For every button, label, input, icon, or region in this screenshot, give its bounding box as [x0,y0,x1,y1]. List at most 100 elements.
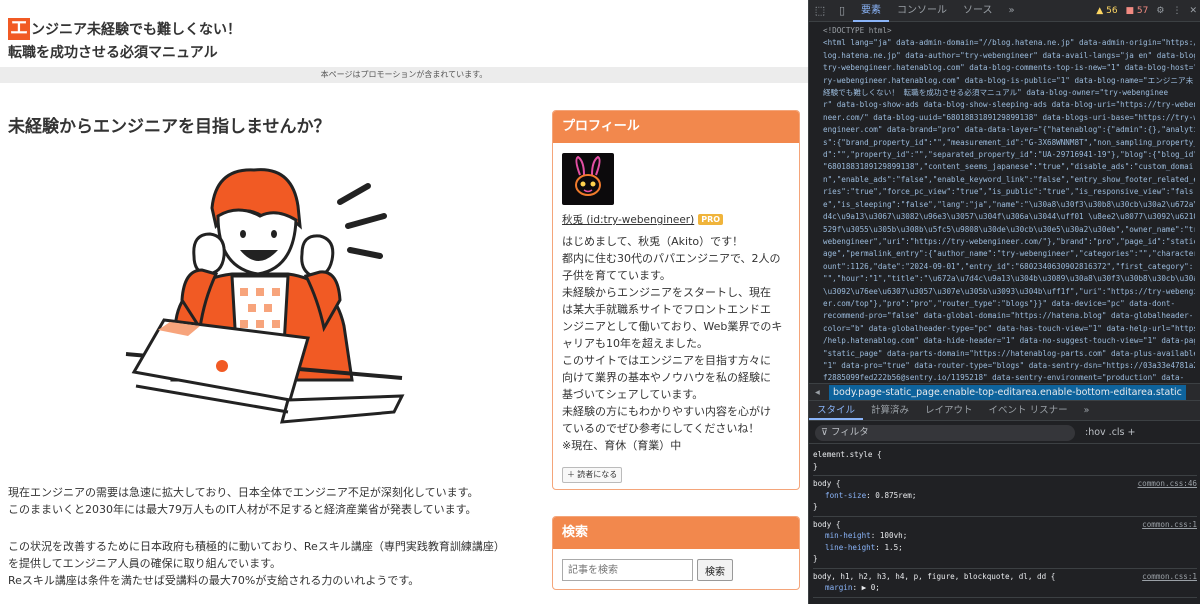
blog-title-row[interactable]: エ ンジニア未経験でも難しくない！ [8,18,241,40]
profile-line: 未経験からエンジニアをスタートし、現在 [562,286,771,299]
css-property-name: font-size [825,490,867,500]
breadcrumb-left-icon[interactable]: ◂ [815,384,820,401]
search-input[interactable] [562,559,693,581]
error-count[interactable]: ■ 57 [1126,6,1149,16]
inspect-element-icon[interactable]: ⬚ [809,4,831,17]
tab-elements[interactable]: 要素 [853,0,889,22]
dom-tree-line[interactable]: \u3092\u76ee\u6307\u3057\u307e\u305b\u30… [823,286,1195,298]
dom-tree-line[interactable]: ries":"true","force_pc_view":"true","is_… [823,186,1195,198]
css-rule[interactable]: body {common.css:46 font-size: 0.875rem;} [813,476,1197,517]
subscribe-button[interactable]: ＋ 読者になる [562,467,623,483]
dom-tree-line[interactable]: neer.com/" data-blog-uuid="6801883189129… [823,112,1195,124]
dom-tree-line[interactable]: er.com/top"},"pro":"pro","router_type":"… [823,298,1195,310]
dom-tree-line[interactable]: age","permalink_entry":{"author_name":"t… [823,248,1195,260]
tab-event-listeners[interactable]: イベント リスナー [981,401,1076,420]
dom-tree-line[interactable]: engineer.com" data-brand="pro" data-data… [823,124,1195,136]
dom-tree[interactable]: <!DOCTYPE html> <html lang="ja" data-admi… [809,23,1200,383]
css-property-name: min-height [825,531,871,540]
dom-tree-line[interactable]: ry-webengineer.hatenablog.com" data-blog… [823,75,1195,87]
css-source-link[interactable]: common.css:46 [1138,478,1197,490]
intro-paragraph-1: 現在エンジニアの需要は急速に拡大しており、日本全体でエンジニア不足が深刻化してい… [8,484,478,518]
dom-tree-line[interactable]: webengineer","uri":"https://try-webengin… [823,236,1195,248]
promotion-notice: 本ページはプロモーションが含まれています。 [0,67,808,83]
devtools-status: ▲ 56 ■ 57 ⚙ ⋮ ✕ [1096,0,1197,22]
page-title: 未経験からエンジニアを目指しませんか？ [8,117,331,137]
tab-sources[interactable]: ソース [955,0,1001,22]
dom-tree-line[interactable]: ount":1126,"date":"2024-09-01","entry_id… [823,261,1195,273]
devtools-panel: ⬚ ▯ 要素 コンソール ソース » ▲ 56 ■ 57 ⚙ ⋮ ✕ <!DOC… [808,0,1200,604]
dom-tree-line[interactable]: f2885099fed222b56@sentry.io/1195218" dat… [823,372,1195,383]
dom-tree-line[interactable]: try-webengineer.hatenablog.com" data-blo… [823,62,1195,74]
dom-tree-line[interactable]: "static_page" data-parts-domain="https:/… [823,348,1195,360]
tab-styles[interactable]: スタイル [809,401,864,420]
dom-tree-line[interactable]: recommend-pro="false" data-global-domain… [823,310,1195,322]
dom-tree-line[interactable]: 529f\u3055\u305b\u308b\u5fc5\u9808\u30de… [823,224,1195,236]
dom-tree-line[interactable]: /help.hatenablog.com" data-hide-header="… [823,335,1195,347]
tab-layout[interactable]: レイアウト [917,401,981,420]
filter-tools[interactable]: :hov .cls + [1085,427,1136,438]
close-icon[interactable]: ✕ [1189,6,1197,16]
dom-tree-line[interactable]: e","is_sleeping":"false","lang":"ja","na… [823,199,1195,211]
breadcrumb: ◂ body.page-static_page.enable-top-edita… [809,383,1200,401]
paragraph-line: Reスキル講座は条件を満たせば受講料の最大70%が支給される力のいれようです。 [8,574,420,587]
profile-avatar[interactable] [562,153,614,205]
blog-title-line2[interactable]: 転職を成功させる必須マニュアル [8,42,218,62]
devtools-tabbar: ⬚ ▯ 要素 コンソール ソース » ▲ 56 ■ 57 ⚙ ⋮ ✕ [809,0,1200,22]
css-property-value: : 1.5; [875,542,903,552]
dom-tree-line[interactable]: <!DOCTYPE html> [823,25,1195,37]
css-property[interactable]: margin: ▶ 0; [813,582,1197,594]
search-button[interactable]: 検索 [697,559,733,581]
kebab-menu-icon[interactable]: ⋮ [1172,6,1181,16]
blog-title-line1[interactable]: ンジニア未経験でも難しくない！ [31,19,241,39]
dom-tree-line[interactable]: color="b" data-globalheader-type="pc" da… [823,323,1195,335]
dom-tree-line[interactable]: 経験でも難しくない！ 転職を成功させる必須マニュアル" data-blog-ow… [823,87,1195,99]
blog-logo-e: エ [8,18,30,40]
css-rule[interactable]: element.style {} [813,447,1197,476]
css-rule[interactable]: body, h1, h2, h3, h4, p, figure, blockqu… [813,569,1197,598]
styles-rules[interactable]: element.style {} body {common.css:46 font-… [809,445,1200,604]
more-tabs-icon[interactable]: » [1001,0,1023,22]
css-property[interactable]: line-height: 1.5; [813,542,1197,554]
device-toolbar-icon[interactable]: ▯ [831,4,853,17]
profile-line: 都内に住む30代のパパエンジニアで、2人の [562,252,781,265]
css-property[interactable]: font-size: 0.875rem; [813,490,1197,502]
more-subtabs-icon[interactable]: » [1076,401,1098,420]
dom-tree-line[interactable]: <html lang="ja" data-admin-domain="//blo… [823,37,1195,49]
profile-name-row: 秋兎 (id:try-webengineer) PRO [562,212,724,227]
css-property[interactable]: min-height: 100vh; [813,530,1197,542]
dom-tree-line[interactable]: n","enable_ads":"false","enable_keyword_… [823,174,1195,186]
filter-input[interactable]: ⊽ フィルタ [815,424,1075,441]
css-source-link[interactable]: common.css:1 [1142,571,1197,583]
dom-tree-line[interactable]: "1" data-pro="true" data-router-type="bl… [823,360,1195,372]
css-selector: body { [813,519,841,529]
profile-line: 基づいてシェアしています。 [562,388,704,401]
css-source-link[interactable]: common.css:1 [1142,519,1197,531]
settings-icon[interactable]: ⚙ [1156,6,1164,16]
warning-count[interactable]: ▲ 56 [1096,6,1117,16]
paragraph-line: このままいくと2030年には最大79万人ものIT人材が不足すると経済産業省が発表… [8,503,477,516]
pro-badge: PRO [698,214,724,225]
profile-line: ているのでぜひ参考にしてくださいね！ [562,422,760,435]
dom-tree-line[interactable]: d":"","property_id":"","separated_proper… [823,149,1195,161]
css-selector: body, h1, h2, h3, h4, p, figure, blockqu… [813,571,1056,581]
profile-name-link[interactable]: 秋兎 (id:try-webengineer) [562,212,694,227]
paragraph-line: この状況を改善するために日本政府も積極的に動いており、Reスキル講座（専門実践教… [8,540,505,553]
tab-computed[interactable]: 計算済み [863,401,917,420]
profile-description: はじめまして、秋兎（Akito）です！ 都内に住む30代のパパエンジニアで、2人… [562,233,794,454]
styles-tabbar: スタイル 計算済み レイアウト イベント リスナー » [809,401,1200,421]
css-rule-close: } [813,461,818,471]
search-module: 検索 検索 [552,516,800,590]
styles-filter-row: ⊽ フィルタ :hov .cls + [809,422,1200,444]
dom-tree-line[interactable]: d4c\u9a13\u3067\u3082\u96e3\u3057\u304f\… [823,211,1195,223]
dom-tree-line[interactable]: "","hour":"1","title":"\u672a\u7d4c\u9a1… [823,273,1195,285]
warning-count-value: 56 [1106,6,1118,16]
dom-tree-line[interactable]: log.hatena.ne.jp" data-author="try-weben… [823,50,1195,62]
dom-tree-line[interactable]: s":{"brand_property_id":"","measurement_… [823,137,1195,149]
breadcrumb-selected[interactable]: body.page-static_page.enable-top-editare… [829,385,1186,400]
filter-icon: ⊽ [821,426,831,438]
dom-tree-line[interactable]: r" data-blog-show-ads data-blog-show-sle… [823,99,1195,111]
tab-console[interactable]: コンソール [889,0,955,22]
css-rule[interactable]: body { common.css:1 min-height: 100vh; line… [813,517,1197,569]
dom-tree-line[interactable]: "6801883189129899138","content_seems_jap… [823,161,1195,173]
profile-line: ンジニアとして働いており、Web業界でのキ [562,320,783,333]
